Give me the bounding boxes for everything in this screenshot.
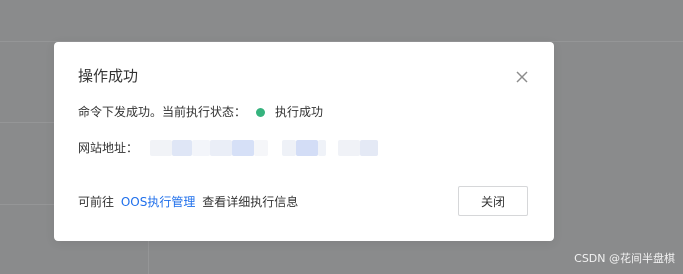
- close-icon[interactable]: [515, 70, 529, 84]
- status-prefix-text: 命令下发成功。当前执行状态：: [78, 105, 247, 119]
- status-row: 命令下发成功。当前执行状态： 执行成功: [78, 104, 323, 120]
- success-dialog: 操作成功 命令下发成功。当前执行状态： 执行成功 网站地址： 可前往 OOS执行…: [54, 42, 554, 241]
- watermark: CSDN @花间半盘棋: [574, 252, 675, 265]
- site-address-redacted: [142, 140, 382, 156]
- footer-prefix: 可前往: [78, 195, 115, 209]
- background-divider: [0, 204, 54, 205]
- footer-info: 可前往 OOS执行管理 查看详细执行信息: [78, 194, 298, 210]
- site-row: 网站地址：: [78, 140, 382, 156]
- status-dot-icon: [256, 107, 266, 117]
- dialog-title: 操作成功: [78, 67, 139, 85]
- status-text: 执行成功: [275, 105, 324, 119]
- site-label: 网站地址：: [78, 141, 139, 155]
- close-button[interactable]: 关闭: [458, 186, 528, 216]
- oos-execution-link[interactable]: OOS执行管理: [121, 195, 196, 209]
- footer-suffix: 查看详细执行信息: [202, 195, 299, 209]
- background-divider: [0, 122, 54, 123]
- background-divider: [148, 241, 149, 274]
